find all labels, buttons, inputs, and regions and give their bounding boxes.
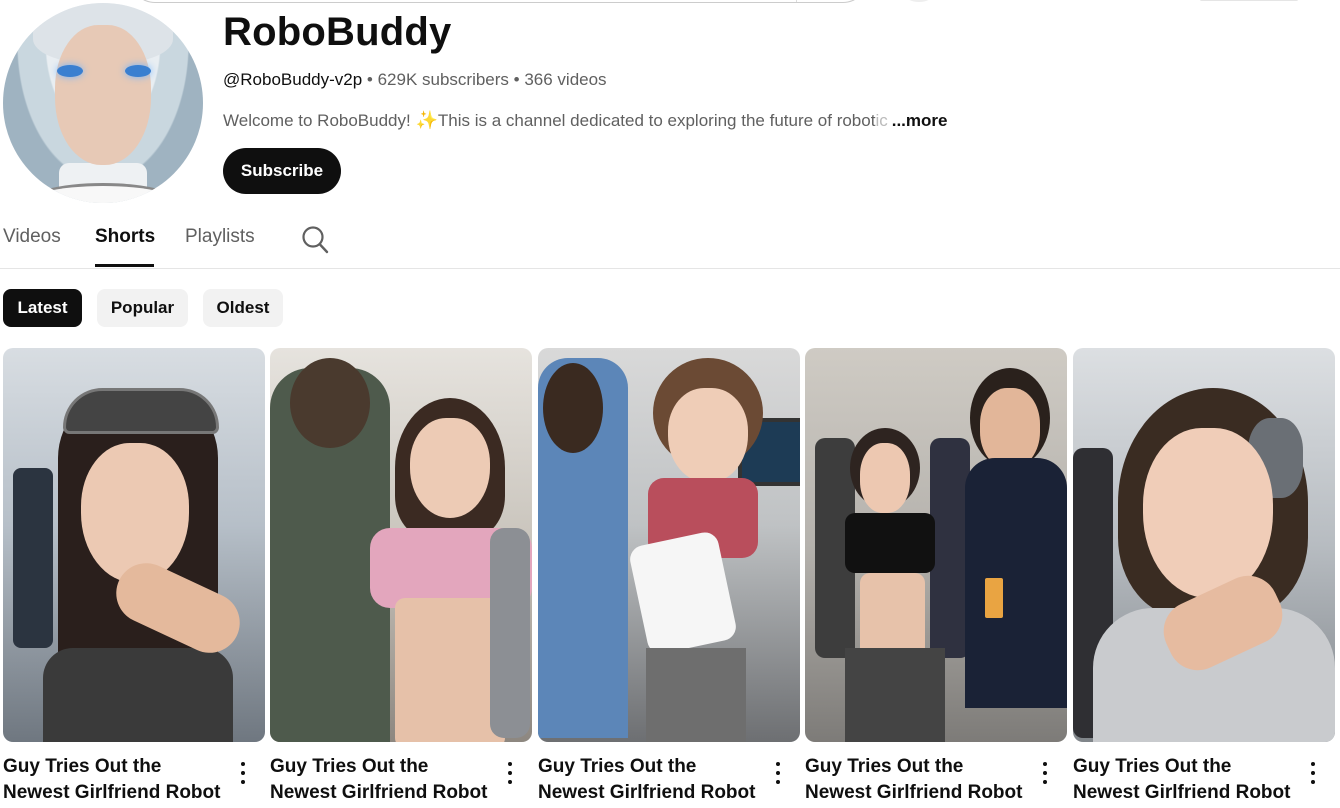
short-title-line2: Newest Girlfriend Robot bbox=[3, 782, 221, 803]
avatar-face bbox=[55, 25, 151, 165]
channel-meta: @RoboBuddy-v2p • 629K subscribers • 366 … bbox=[223, 70, 607, 90]
short-title-line1: Guy Tries Out the bbox=[538, 756, 697, 777]
short-title[interactable]: Guy Tries Out the Newest Girlfriend Robo… bbox=[1073, 754, 1295, 806]
short-title-line1: Guy Tries Out the bbox=[3, 756, 162, 777]
short-card[interactable]: Guy Tries Out the Newest Girlfriend Robo… bbox=[805, 348, 1067, 803]
subscriber-count: 629K subscribers bbox=[377, 70, 509, 89]
active-tab-indicator bbox=[95, 264, 154, 267]
short-thumbnail[interactable] bbox=[805, 348, 1067, 742]
avatar-eye-right bbox=[125, 65, 151, 77]
short-title-line1: Guy Tries Out the bbox=[805, 756, 964, 777]
masthead-action-button[interactable] bbox=[1200, 0, 1298, 1]
short-card[interactable]: Guy Tries Out the Newest Girlfriend Robo… bbox=[270, 348, 532, 803]
chip-oldest[interactable]: Oldest bbox=[203, 289, 283, 327]
more-vert-icon[interactable] bbox=[502, 760, 518, 786]
description-text-fade: ic bbox=[875, 111, 888, 130]
chip-latest[interactable]: Latest bbox=[3, 289, 82, 327]
short-title-line2: Newest Girlfriend Robot bbox=[1073, 782, 1291, 803]
short-title[interactable]: Guy Tries Out the Newest Girlfriend Robo… bbox=[538, 754, 760, 806]
tab-videos[interactable]: Videos bbox=[3, 226, 61, 248]
channel-handle[interactable]: @RoboBuddy-v2p bbox=[223, 70, 362, 89]
channel-tabs: Videos Shorts Playlists bbox=[0, 222, 1340, 269]
short-thumbnail[interactable] bbox=[3, 348, 265, 742]
masthead-mic-button[interactable] bbox=[904, 0, 934, 2]
channel-description[interactable]: Welcome to RoboBuddy! ✨ This is a channe… bbox=[223, 110, 947, 131]
short-title-line2: Newest Girlfriend Robot bbox=[805, 782, 1023, 803]
video-count: 366 videos bbox=[524, 70, 607, 89]
short-title-line2: Newest Girlfriend Robot bbox=[538, 782, 756, 803]
chip-popular[interactable]: Popular bbox=[97, 289, 188, 327]
short-title-line1: Guy Tries Out the bbox=[270, 756, 429, 777]
tab-shorts[interactable]: Shorts bbox=[95, 226, 155, 248]
channel-name: RoboBuddy bbox=[223, 10, 452, 54]
short-title[interactable]: Guy Tries Out the Newest Girlfriend Robo… bbox=[3, 754, 225, 806]
meta-separator-2: • bbox=[508, 70, 525, 89]
short-title[interactable]: Guy Tries Out the Newest Girlfriend Robo… bbox=[805, 754, 1027, 806]
more-vert-icon[interactable] bbox=[235, 760, 251, 786]
more-vert-icon[interactable] bbox=[1037, 760, 1053, 786]
masthead-search-box[interactable] bbox=[130, 0, 868, 3]
search-divider bbox=[796, 0, 797, 2]
more-vert-icon[interactable] bbox=[770, 760, 786, 786]
avatar-eye-left bbox=[57, 65, 83, 77]
description-text-start: Welcome to RoboBuddy! bbox=[223, 111, 416, 130]
meta-separator-1: • bbox=[362, 70, 378, 89]
more-vert-icon[interactable] bbox=[1305, 760, 1321, 786]
sparkles-icon: ✨ bbox=[415, 110, 438, 130]
channel-avatar[interactable] bbox=[3, 3, 203, 203]
short-card[interactable]: Guy Tries Out the Newest Girlfriend Robo… bbox=[3, 348, 265, 803]
short-title-line1: Guy Tries Out the bbox=[1073, 756, 1232, 777]
tab-playlists[interactable]: Playlists bbox=[185, 226, 255, 248]
avatar-collar bbox=[23, 183, 183, 203]
short-thumbnail[interactable] bbox=[270, 348, 532, 742]
description-more-link[interactable]: ...more bbox=[892, 111, 948, 130]
short-card[interactable]: Guy Tries Out the Newest Girlfriend Robo… bbox=[1073, 348, 1335, 803]
short-title[interactable]: Guy Tries Out the Newest Girlfriend Robo… bbox=[270, 754, 492, 806]
short-card[interactable]: Guy Tries Out the Newest Girlfriend Robo… bbox=[538, 348, 800, 803]
search-icon[interactable] bbox=[301, 224, 329, 254]
subscribe-button[interactable]: Subscribe bbox=[223, 148, 341, 194]
short-title-line2: Newest Girlfriend Robot bbox=[270, 782, 488, 803]
description-text-rest: This is a channel dedicated to exploring… bbox=[433, 111, 876, 130]
short-thumbnail[interactable] bbox=[538, 348, 800, 742]
short-thumbnail[interactable] bbox=[1073, 348, 1335, 742]
